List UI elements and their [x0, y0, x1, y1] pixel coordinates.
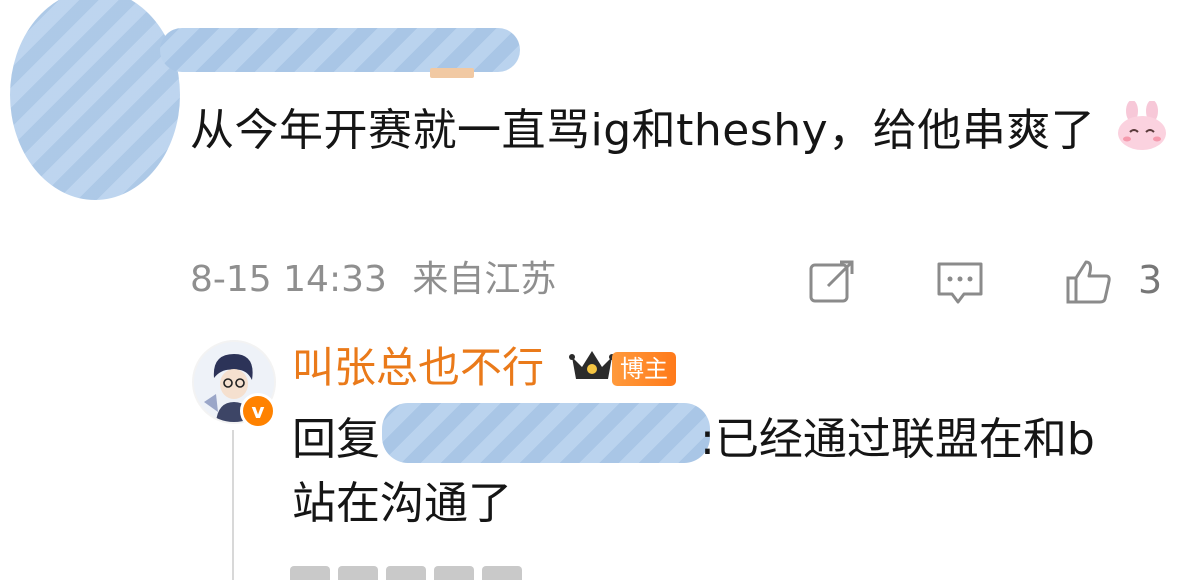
- comment-meta: 8-15 14:33 来自江苏: [190, 256, 556, 304]
- reply-text-line2: 站在沟通了: [292, 478, 512, 529]
- redacted-avatar: [10, 0, 180, 200]
- like-icon[interactable]: [1062, 256, 1114, 308]
- reply-text-line1: :已经通过联盟在和b: [700, 414, 1095, 465]
- badge-stub: [430, 68, 474, 78]
- pink-bunny-emoji-icon: [1114, 100, 1170, 150]
- comment-location: 来自江苏: [412, 259, 557, 300]
- comment-body: 从今年开赛就一直骂ig和theshy，给他串爽了: [190, 105, 1096, 156]
- share-icon[interactable]: [806, 256, 858, 308]
- crown-icon: [568, 345, 616, 385]
- comment-text: 从今年开赛就一直骂ig和theshy，给他串爽了: [190, 94, 1180, 168]
- blogger-badge: 博主: [612, 352, 676, 386]
- thread-line: [232, 430, 234, 580]
- redacted-reply-target: [382, 403, 710, 463]
- comment-icon[interactable]: [934, 256, 986, 308]
- verified-icon: v: [240, 393, 276, 429]
- comment-timestamp: 8-15 14:33: [190, 259, 387, 300]
- like-count: 3: [1138, 258, 1163, 302]
- reply-prefix: 回复: [292, 414, 380, 465]
- redacted-username: [160, 28, 520, 72]
- reply-author-name[interactable]: 叫张总也不行: [292, 338, 544, 398]
